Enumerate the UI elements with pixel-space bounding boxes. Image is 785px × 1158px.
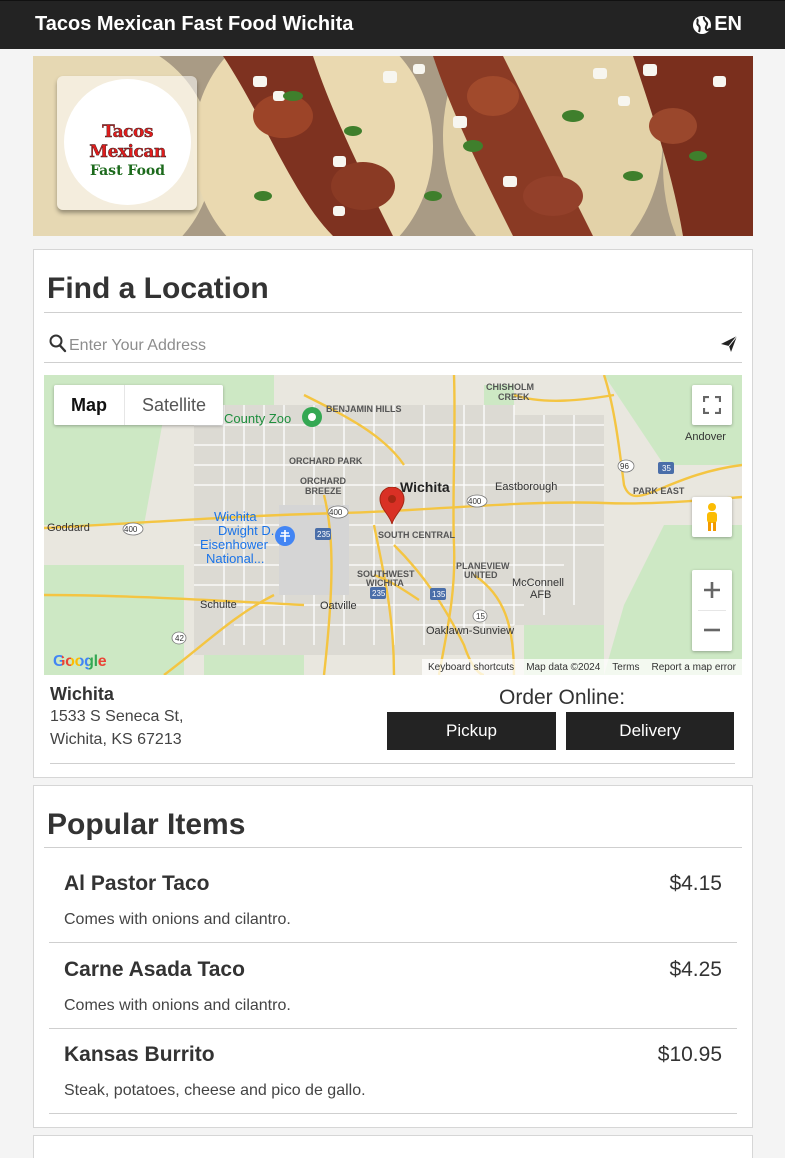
language-code: EN — [714, 13, 742, 35]
globe-icon — [693, 15, 712, 34]
search-icon — [49, 334, 67, 353]
language-selector[interactable]: EN — [692, 13, 742, 36]
map-label-zoo: County Zoo — [224, 411, 292, 426]
map-label-airport-2: Dwight D. — [218, 523, 275, 538]
map-label-park-east: PARK EAST — [633, 486, 685, 496]
zoom-out-button[interactable] — [692, 610, 732, 650]
map-type-map-button[interactable]: Map — [54, 385, 124, 425]
map-label-airport-3: Eisenhower — [200, 537, 268, 552]
map-label-chisholm: CHISHOLM — [486, 382, 534, 392]
menu-item-name: Kansas Burrito — [64, 1043, 215, 1066]
heading-divider — [44, 312, 742, 313]
map-attribution: Keyboard shortcuts Map data ©2024 Terms … — [422, 659, 742, 675]
pegman-icon — [707, 503, 717, 531]
address-input[interactable] — [69, 333, 709, 359]
logo-text-line2: Fast Food — [89, 163, 166, 179]
route-42: 42 — [175, 634, 184, 643]
menu-item-description: Comes with onions and cilantro. — [64, 911, 291, 928]
terms-link[interactable]: Terms — [606, 662, 645, 673]
route-135: 135 — [432, 590, 446, 599]
map-label-afb: AFB — [530, 589, 552, 601]
map-label-southwest-wichita: WICHITA — [366, 578, 404, 588]
map-pin-icon[interactable] — [379, 487, 405, 525]
hero-banner: Tacos Mexican Fast Food — [33, 56, 753, 236]
order-online-label: Order Online: — [499, 686, 626, 709]
route-400-b: 400 — [124, 525, 138, 534]
route-400-a: 400 — [329, 508, 343, 517]
map-type-control: Map Satellite — [54, 385, 224, 425]
menu-item-divider — [49, 942, 737, 943]
map-label-schulte: Schulte — [200, 599, 237, 611]
menu-item-price: $10.95 — [657, 1043, 722, 1066]
map-label-oaklawn: Oaklawn-Sunview — [426, 625, 515, 637]
pickup-button[interactable]: Pickup — [387, 712, 556, 750]
menu-item-divider — [49, 1028, 737, 1029]
map-label-airport-1: Wichita — [214, 509, 257, 524]
map-label-mcconnell: McConnell — [512, 577, 564, 589]
route-400-c: 400 — [468, 497, 482, 506]
logo-text-line1: Tacos Mexican — [89, 122, 166, 162]
menu-item-price: $4.25 — [669, 958, 722, 981]
location-address-line1: 1533 S Seneca St, — [50, 708, 184, 725]
map-label-breeze: BREEZE — [305, 486, 342, 496]
next-section-card — [33, 1135, 753, 1158]
route-15: 15 — [476, 612, 485, 621]
map-label-creek: CREEK — [498, 392, 530, 402]
map-label-orchard: ORCHARD — [300, 476, 346, 486]
street-view-button[interactable] — [692, 497, 732, 537]
map-data-text: Map data ©2024 — [526, 661, 601, 673]
menu-item-description: Steak, potatoes, cheese and pico de gall… — [64, 1082, 366, 1099]
location-name: Wichita — [50, 684, 114, 704]
map-label-airport-4: National... — [206, 551, 265, 566]
map-label-united: UNITED — [464, 570, 498, 580]
map-label-oatville: Oatville — [320, 600, 357, 612]
find-location-heading: Find a Location — [47, 272, 269, 305]
location-map[interactable]: CHISHOLM CREEK County Zoo BENJAMIN HILLS… — [44, 375, 742, 675]
route-35: 35 — [662, 464, 671, 473]
menu-item-name: Al Pastor Taco — [64, 872, 210, 895]
google-logo[interactable]: Google — [53, 653, 107, 671]
delivery-button[interactable]: Delivery — [566, 712, 734, 750]
popular-heading-divider — [44, 847, 742, 848]
site-title[interactable]: Tacos Mexican Fast Food Wichita — [35, 13, 353, 36]
map-label-benjamin-hills: BENJAMIN HILLS — [326, 404, 402, 414]
find-location-card: Find a Location Enter Your Address CHISH… — [33, 249, 753, 778]
zoom-in-button[interactable] — [692, 570, 732, 610]
map-label-goddard: Goddard — [47, 522, 90, 534]
menu-item-price: $4.15 — [669, 872, 722, 895]
map-label-eastborough: Eastborough — [495, 481, 558, 493]
zoom-divider — [698, 610, 726, 611]
route-96: 96 — [620, 462, 629, 471]
location-divider — [50, 763, 735, 764]
zoom-control — [692, 570, 732, 651]
locate-arrow-icon[interactable] — [720, 335, 738, 353]
popular-items-card: Popular Items Al Pastor Taco $4.15 Comes… — [33, 785, 753, 1128]
map-type-satellite-button[interactable]: Satellite — [124, 385, 223, 425]
route-235-a: 235 — [317, 530, 331, 539]
map-label-wichita: Wichita — [400, 479, 450, 495]
map-label-south-central: SOUTH CENTRAL — [378, 530, 455, 540]
keyboard-shortcuts-link[interactable]: Keyboard shortcuts — [422, 662, 520, 673]
fullscreen-button[interactable] — [692, 385, 732, 425]
minus-icon — [704, 628, 720, 632]
menu-item-description: Comes with onions and cilantro. — [64, 997, 291, 1014]
menu-item-name: Carne Asada Taco — [64, 958, 245, 981]
logo-frame[interactable]: Tacos Mexican Fast Food — [57, 76, 197, 210]
route-235-b: 235 — [372, 589, 386, 598]
map-label-andover: Andover — [685, 431, 726, 443]
fullscreen-icon — [703, 396, 721, 414]
map-label-orchard-park: ORCHARD PARK — [289, 456, 363, 466]
menu-item-divider — [49, 1113, 737, 1114]
top-bar: Tacos Mexican Fast Food Wichita EN — [0, 0, 785, 49]
address-search — [44, 330, 742, 363]
location-address-line2: Wichita, KS 67213 — [50, 731, 182, 748]
restaurant-logo: Tacos Mexican Fast Food — [64, 79, 191, 205]
plus-icon — [704, 582, 720, 598]
report-map-error-link[interactable]: Report a map error — [646, 662, 742, 673]
popular-items-heading: Popular Items — [47, 808, 246, 841]
